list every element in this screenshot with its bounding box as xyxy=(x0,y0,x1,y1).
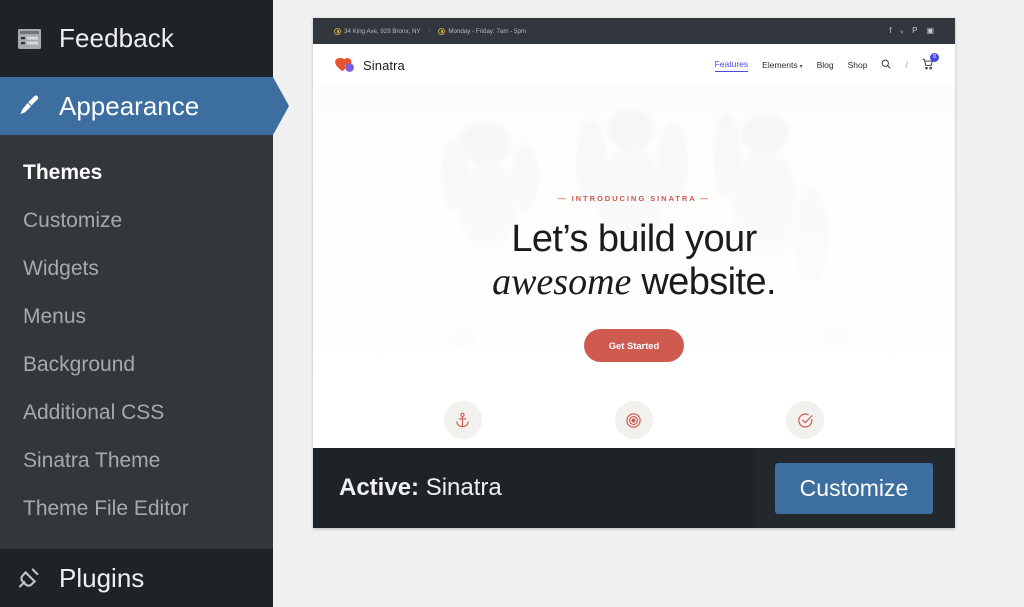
topbar-separator: / xyxy=(428,27,431,35)
facebook-icon[interactable]: f xyxy=(889,27,891,35)
submenu-item-additional-css[interactable]: Additional CSS xyxy=(0,389,273,437)
feature-item[interactable] xyxy=(377,401,548,439)
nav-item-shop[interactable]: Shop xyxy=(848,60,868,70)
sidebar-item-label: Appearance xyxy=(59,90,200,121)
hero-title-rest: website. xyxy=(631,260,776,303)
submenu-item-customize[interactable]: Customize xyxy=(0,197,273,245)
feature-item[interactable] xyxy=(720,401,891,439)
appearance-submenu: Themes Customize Widgets Menus Background Add… xyxy=(0,135,273,549)
hours-block: Monday - Friday: 7am - 5pm xyxy=(438,27,527,35)
social-links: f ᵥ P ▣ xyxy=(889,27,934,35)
cart-count-badge: 0 xyxy=(930,53,939,62)
sidebar-item-label: Feedback xyxy=(59,23,174,53)
site-brand[interactable]: Sinatra xyxy=(334,57,405,73)
paintbrush-icon xyxy=(13,90,45,122)
address-block: 34 King Ave, 929 Bronx, NY xyxy=(334,27,421,35)
hero-eyebrow: — INTRODUCING SINATRA — xyxy=(558,194,710,203)
target-icon xyxy=(614,401,653,439)
nav-item-features[interactable]: Features xyxy=(714,58,749,72)
clock-icon xyxy=(438,27,446,35)
feedback-form-icon xyxy=(13,23,45,55)
feature-item[interactable] xyxy=(548,401,719,439)
nav-item-blog[interactable]: Blog xyxy=(817,60,834,70)
site-navigation: Sinatra Features Elements ▾ Blog Shop / 0 xyxy=(313,44,955,86)
hero-title: Let’s build your awesome website. xyxy=(492,218,776,303)
customize-button[interactable]: Customize xyxy=(774,462,934,514)
hero-title-emphasis: awesome xyxy=(492,260,632,303)
site-topbar: 34 King Ave, 929 Bronx, NY / Monday - Fr… xyxy=(313,18,955,44)
check-circle-icon xyxy=(786,401,825,439)
hero-section: — INTRODUCING SINATRA — Let’s build your… xyxy=(313,86,955,392)
address-text: 34 King Ave, 929 Bronx, NY xyxy=(344,27,421,35)
submenu-item-theme-file-editor[interactable]: Theme File Editor xyxy=(0,485,273,533)
theme-card: 34 King Ave, 929 Bronx, NY / Monday - Fr… xyxy=(313,18,955,528)
search-icon[interactable] xyxy=(881,59,891,71)
active-theme-label: Active: Sinatra xyxy=(313,474,502,502)
plug-icon xyxy=(13,562,45,594)
sidebar-item-plugins[interactable]: Plugins xyxy=(0,549,273,607)
anchor-icon xyxy=(443,401,482,439)
pinterest-icon[interactable]: P xyxy=(912,27,917,35)
hours-text: Monday - Friday: 7am - 5pm xyxy=(448,27,527,35)
hero-title-line1: Let’s build your xyxy=(511,218,757,260)
twitter-icon[interactable]: ᵥ xyxy=(901,27,904,35)
submenu-item-widgets[interactable]: Widgets xyxy=(0,245,273,293)
theme-screenshot[interactable]: 34 King Ave, 929 Bronx, NY / Monday - Fr… xyxy=(313,18,955,448)
instagram-icon[interactable]: ▣ xyxy=(926,27,934,35)
sidebar-item-appearance[interactable]: Appearance xyxy=(0,77,273,135)
nav-divider: / xyxy=(905,60,908,70)
nav-item-label: Blog xyxy=(816,60,834,70)
submenu-item-sinatra-theme[interactable]: Sinatra Theme xyxy=(0,437,273,485)
get-started-button[interactable]: Get Started xyxy=(583,329,685,363)
theme-info-bar: Active: Sinatra Customize xyxy=(313,448,955,528)
nav-item-elements[interactable]: Elements ▾ xyxy=(762,60,802,70)
sidebar-item-feedback[interactable]: Feedback xyxy=(0,0,273,77)
submenu-item-menus[interactable]: Menus xyxy=(0,293,273,341)
active-theme-name: Sinatra xyxy=(425,474,502,501)
nav-item-label: Features xyxy=(714,58,749,69)
submenu-item-background[interactable]: Background xyxy=(0,341,273,389)
sinatra-logo-icon xyxy=(334,57,356,73)
location-pin-icon xyxy=(334,27,341,35)
theme-actions: Customize xyxy=(753,448,955,528)
sidebar-item-label: Plugins xyxy=(59,562,145,593)
chevron-down-icon: ▾ xyxy=(799,64,803,70)
brand-name: Sinatra xyxy=(363,57,405,73)
nav-item-label: Elements xyxy=(762,60,798,70)
topbar-info: 34 King Ave, 929 Bronx, NY / Monday - Fr… xyxy=(334,27,527,35)
admin-sidebar: Feedback Appearance Themes Customize Widge… xyxy=(0,0,273,607)
cart-icon[interactable]: 0 xyxy=(922,53,939,72)
submenu-item-themes[interactable]: Themes xyxy=(0,149,273,197)
nav-links: Features Elements ▾ Blog Shop / 0 xyxy=(714,53,939,72)
active-prefix: Active: xyxy=(339,474,420,501)
nav-item-label: Shop xyxy=(847,60,868,70)
feature-icons-row xyxy=(313,392,955,448)
